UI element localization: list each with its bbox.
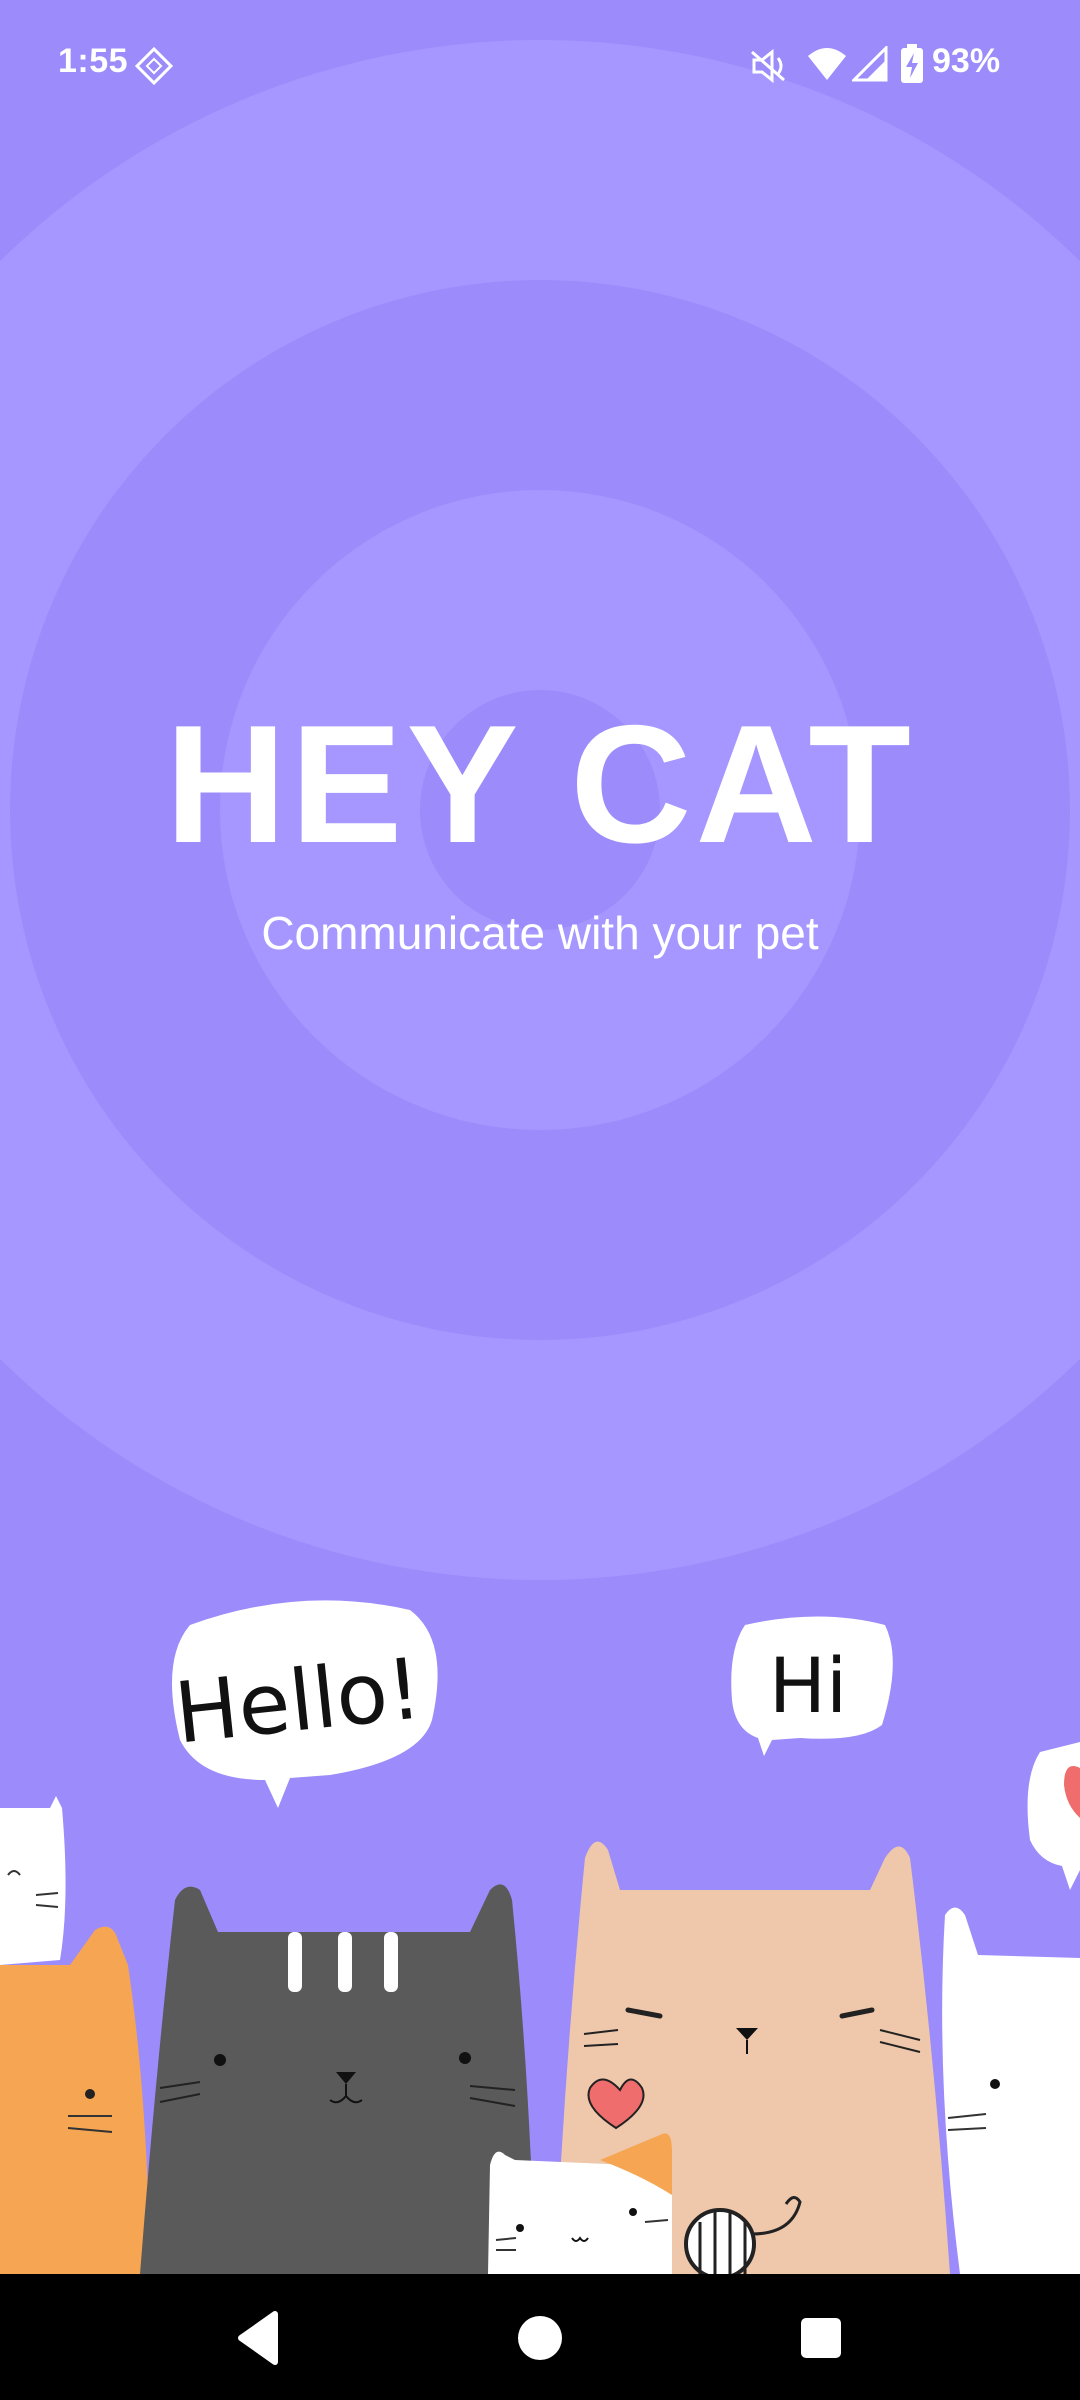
cats-illustration: Hello! Hi (0, 1600, 1080, 2274)
orange-cat (0, 1926, 150, 2274)
mute-icon (748, 48, 788, 89)
status-bar: 1:55 93% (0, 0, 1080, 130)
home-icon (518, 2316, 562, 2360)
signal-icon (850, 44, 888, 87)
status-time: 1:55 (58, 42, 129, 80)
white-cat-right (942, 1907, 1080, 2274)
battery-percent: 93% (932, 42, 1001, 80)
app-subtitle: Communicate with your pet (261, 907, 819, 959)
gray-cat (140, 1884, 535, 2274)
diamond-notification-icon (134, 46, 174, 91)
wifi-icon (806, 46, 848, 87)
speech-bubble-hello: Hello! (170, 1600, 438, 1808)
splash-screen: 1:55 93% HEY CAT Communicate with your p… (0, 0, 1080, 2400)
app-title: HEY CAT (165, 690, 915, 878)
navigation-bar (0, 2274, 1080, 2400)
white-cat-small-left (0, 1796, 66, 1965)
speech-bubble-heart (1027, 1742, 1080, 1890)
battery-charging-icon (900, 44, 924, 89)
recents-icon (801, 2318, 841, 2358)
back-button[interactable] (223, 2302, 295, 2374)
home-button[interactable] (504, 2302, 576, 2374)
speech-bubble-hi: Hi (731, 1616, 893, 1756)
bubble-hi-text: Hi (769, 1641, 847, 1730)
back-icon (238, 2311, 278, 2365)
recents-button[interactable] (785, 2302, 857, 2374)
